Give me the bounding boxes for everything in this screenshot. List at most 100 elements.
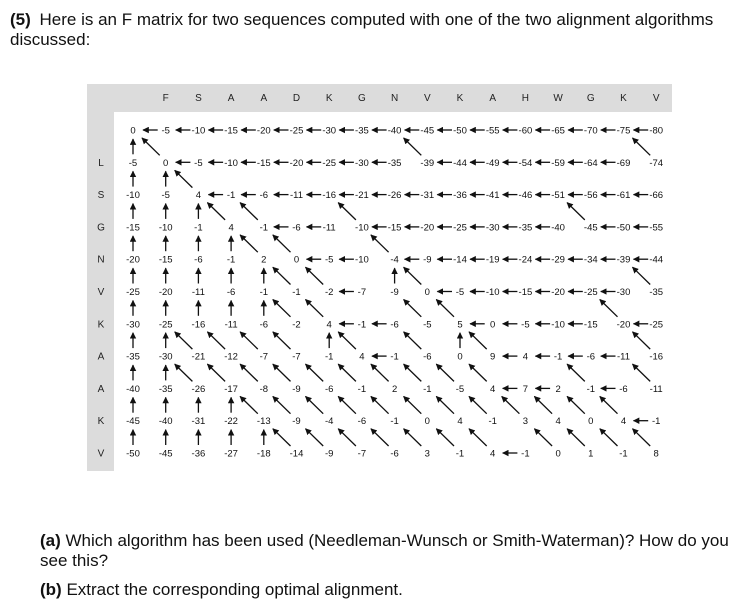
matrix-cell-value: -14 [453,255,467,266]
matrix-cell-value: -34 [584,255,598,266]
matrix-cell-value: 3 [523,416,528,427]
matrix-cell-value: -6 [260,190,268,201]
matrix-cell-value: -15 [388,222,402,233]
matrix-cell-value: -40 [388,126,402,137]
matrix-cell-value: -15 [519,287,533,298]
matrix-cell-value: 0 [588,416,593,427]
matrix-cell-value: -74 [649,158,663,169]
matrix-cell-value: -11 [617,352,630,363]
matrix-cell-value: -20 [290,158,304,169]
matrix-cell-value: 4 [621,416,626,427]
matrix-cell-value: -44 [453,158,467,169]
matrix-cell-value: -40 [159,416,173,427]
matrix-cell-value: -15 [257,158,271,169]
part-a-text: Which algorithm has been used (Needleman… [40,531,729,570]
matrix-cell-value: -40 [551,222,565,233]
matrix-cell-value: -39 [617,255,631,266]
column-label: G [358,93,366,104]
matrix-cell-value: 4 [196,190,201,201]
matrix-cell-value: -25 [322,158,336,169]
matrix-cell-value: -35 [649,287,663,298]
matrix-cell-value: -51 [551,190,565,201]
matrix-cell-value: -20 [257,126,271,137]
matrix-cell-value: -7 [292,352,300,363]
matrix-cell-value: 4 [555,416,560,427]
matrix-cell-value: -50 [617,222,631,233]
matrix-cell-value: -25 [290,126,304,137]
matrix-cell-value: -30 [159,352,173,363]
matrix-cell-value: -20 [126,255,140,266]
matrix-cell-value: 0 [130,126,135,137]
matrix-cell-value: -35 [126,352,140,363]
matrix-cell-value: -10 [355,222,369,233]
matrix-cell-value: -4 [325,416,333,427]
matrix-cell-value: -25 [584,287,598,298]
matrix-cell-value: -64 [584,158,598,169]
matrix-cell-value: -30 [322,126,336,137]
matrix-cell-value: -6 [325,384,333,395]
matrix-cell-value: -20 [551,287,565,298]
matrix-cell-value: 4 [490,449,495,460]
column-label: A [489,93,496,104]
matrix-cell-value: 9 [490,352,495,363]
column-label: K [326,93,333,104]
matrix-cell-value: -6 [587,352,595,363]
matrix-cell-value: 0 [425,287,430,298]
matrix-cell-value: -30 [617,287,631,298]
column-label: D [293,93,300,104]
matrix-cell-value: 8 [654,449,659,460]
column-label: K [457,93,464,104]
matrix-cell-value: 3 [425,449,430,460]
matrix-cell-value: -12 [224,352,238,363]
matrix-cell-value: -20 [159,287,173,298]
matrix-cell-value: -10 [159,222,173,233]
matrix-cell-value: -5 [325,255,333,266]
matrix-cell-value: -29 [551,255,565,266]
column-label: A [260,93,267,104]
matrix-cell-value: 0 [457,352,462,363]
matrix-cell-value: -80 [649,126,663,137]
column-label: K [620,93,627,104]
matrix-cell-value: -10 [192,126,206,137]
row-label: N [97,255,104,266]
matrix-cell-value: -15 [159,255,173,266]
matrix-cell-value: -35 [355,126,369,137]
matrix-cell-value: 4 [359,352,364,363]
matrix-cell-value: -49 [486,158,500,169]
matrix-cell-value: -8 [260,384,268,395]
matrix-cell-value: -5 [194,158,202,169]
matrix-cell-value: -1 [456,449,464,460]
matrix-cell-value: 0 [163,158,168,169]
matrix-cell-value: 2 [392,384,397,395]
matrix-cell-value: -50 [453,126,467,137]
matrix-cell-value: -10 [551,319,565,330]
matrix-cell-value: -2 [292,319,300,330]
matrix-cell-value: 2 [555,384,560,395]
column-label: W [553,93,563,104]
matrix-cell-value: -10 [224,158,238,169]
matrix-cell-value: -30 [126,319,140,330]
matrix-cell-value: -35 [388,158,402,169]
row-label: V [98,449,105,460]
row-label: S [98,190,105,201]
matrix-cell-value: -5 [129,158,137,169]
matrix-cell-value: -31 [420,190,434,201]
matrix-cell-value: -54 [519,158,533,169]
matrix-cell-value: -60 [519,126,533,137]
row-header-band [87,84,114,471]
matrix-cell-value: -69 [617,158,631,169]
part-b-question: (b) Extract the corresponding optimal al… [40,580,730,600]
matrix-cell-value: -1 [292,287,300,298]
row-label: L [98,158,104,169]
matrix-cell-value: -27 [224,449,238,460]
matrix-cell-value: -25 [159,319,173,330]
matrix-cell-value: -5 [423,319,431,330]
column-label: V [424,93,431,104]
matrix-cell-value: -16 [322,190,336,201]
matrix-cell-value: -25 [453,222,467,233]
matrix-cell-value: -30 [355,158,369,169]
matrix-cell-value: -25 [649,319,663,330]
matrix-cell-value: -1 [260,287,268,298]
matrix-cell-value: 0 [555,449,560,460]
matrix-cell-value: -14 [290,449,304,460]
